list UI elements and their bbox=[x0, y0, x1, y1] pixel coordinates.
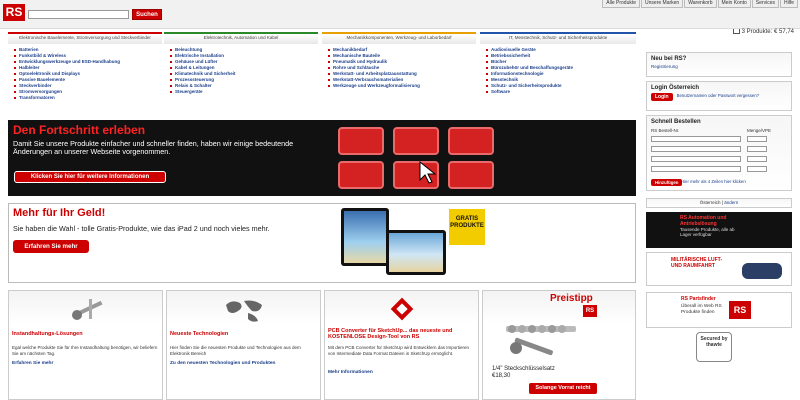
cart-text: 3 Produkte: € 57,74 bbox=[741, 29, 794, 36]
layout-illustration bbox=[338, 125, 503, 193]
qty-field[interactable] bbox=[747, 156, 767, 162]
quick-order-panel: Schnell Bestellen RS Bestell-Nr. Menge/V… bbox=[646, 115, 792, 191]
category-title[interactable]: Mechanikkomponenten, Werkzeug- und Labor… bbox=[322, 32, 476, 44]
cart-icon bbox=[732, 29, 740, 34]
article-field[interactable] bbox=[651, 146, 741, 152]
search-input[interactable] bbox=[28, 10, 129, 19]
maintenance-box: Instandhaltungs-Lösungen Egal welche Pro… bbox=[8, 290, 163, 400]
globe-map-icon bbox=[226, 300, 262, 322]
register-link[interactable]: Registrierung bbox=[647, 63, 791, 70]
pcb-converter-box: PCB Converter für SketchUp... das neuest… bbox=[324, 290, 479, 400]
qty-col-label: Menge/VPE bbox=[747, 128, 772, 133]
panel-title: Neu bei RS? bbox=[651, 56, 687, 62]
top-link-services[interactable]: Services bbox=[751, 0, 779, 8]
top-links: Alle Produkte Unsere Marken Warenkorb Me… bbox=[601, 0, 798, 8]
value-banner[interactable]: Mehr für Ihr Geld! Sie haben die Wahl - … bbox=[8, 203, 636, 283]
socket-set-image bbox=[506, 325, 576, 356]
top-link-help[interactable]: Hilfe bbox=[779, 0, 798, 8]
technology-box: Neueste Technologien Hier finden Sie die… bbox=[166, 290, 321, 400]
top-link-cart[interactable]: Warenkorb bbox=[684, 0, 717, 8]
new-at-rs-panel: Neu bei RS? Registrierung bbox=[646, 52, 792, 77]
country-panel: Österreich | ändern bbox=[646, 198, 792, 208]
qty-field[interactable] bbox=[747, 136, 767, 142]
gratis-badge: GRATIS PRODUKTE bbox=[449, 209, 485, 245]
product-price: 1/4" Steckschlüsselsatz €18,30 bbox=[492, 366, 555, 380]
thawte-seal[interactable]: Secured by thawte bbox=[696, 332, 732, 362]
box-title[interactable]: Neueste Technologien bbox=[170, 331, 228, 337]
category-mechanical: Mechanikkomponenten, Werkzeug- und Labor… bbox=[322, 32, 476, 118]
login-button[interactable]: Login bbox=[651, 93, 673, 101]
search-button[interactable]: Suchen bbox=[132, 9, 162, 20]
connector-image bbox=[742, 263, 782, 279]
pcb-icon bbox=[390, 297, 414, 321]
box-link[interactable]: Zu den neuesten Technologien und Produkt… bbox=[170, 361, 275, 366]
cursor-icon bbox=[419, 161, 437, 184]
tools-icon bbox=[72, 299, 103, 320]
change-country-link[interactable]: ändern bbox=[724, 200, 738, 205]
box-link[interactable]: Erfahren Sie mehr bbox=[12, 361, 53, 366]
top-bar: RS Suchen Alle Produkte Unsere Marken Wa… bbox=[0, 0, 800, 29]
category-link[interactable]: Steuergeräte bbox=[170, 89, 318, 95]
category-link[interactable]: Transformatoren bbox=[14, 95, 162, 101]
banner-text: Sie haben die Wahl - tolle Gratis-Produk… bbox=[13, 224, 270, 233]
promo-title: RS Partsfinder bbox=[681, 296, 716, 302]
more-info-button[interactable]: Klicken Sie hier für weitere Information… bbox=[14, 171, 166, 183]
category-title[interactable]: Elektronische Bauelemente, Stromversorgu… bbox=[8, 32, 162, 44]
promo-text: Tausende Produkte, alle ab Lager verfügb… bbox=[680, 227, 735, 237]
box-link[interactable]: Mehr Informationen bbox=[328, 370, 373, 375]
banner-title: Den Fortschritt erleben bbox=[13, 123, 146, 137]
add-button[interactable]: Hinzufügen bbox=[651, 179, 683, 186]
article-field[interactable] bbox=[651, 136, 741, 142]
category-title[interactable]: Elektrotechnik, Automation und Kabel bbox=[164, 32, 318, 44]
article-field[interactable] bbox=[651, 166, 741, 172]
top-link-account[interactable]: Mein Konto bbox=[717, 0, 751, 8]
rs-badge-icon: RS bbox=[583, 305, 597, 317]
box-text: Egal welche Produkte Sie für Ihre Instan… bbox=[12, 345, 158, 356]
category-link[interactable]: Software bbox=[486, 89, 636, 95]
category-electrical: Elektrotechnik, Automation und Kabel Bel… bbox=[164, 32, 318, 118]
product-price-value: €18,30 bbox=[492, 373, 511, 379]
ipad-image bbox=[341, 208, 389, 266]
category-it: IT, Messtechnik, Schutz- und Sicherheits… bbox=[480, 32, 636, 118]
seal-text: Secured by thawte bbox=[700, 336, 728, 348]
box-title[interactable]: PCB Converter für SketchUp... das neuest… bbox=[328, 328, 476, 340]
panel-title: Schnell Bestellen bbox=[651, 119, 701, 125]
aerospace-promo[interactable]: MILITÄRISCHE LUFT- UND RAUMFAHRT bbox=[646, 252, 792, 286]
box-text: Hier finden Sie die neuesten Produkte un… bbox=[170, 345, 301, 356]
login-panel: Login Österreich Login Benutzernamen ode… bbox=[646, 81, 792, 111]
forgot-credentials-link[interactable]: Benutzernamen oder Passwort vergessen? bbox=[677, 93, 767, 98]
article-col-label: RS Bestell-Nr. bbox=[651, 128, 680, 133]
category-link[interactable]: Werkzeuge und Werkzeugformalisierung bbox=[328, 83, 476, 89]
cart-summary[interactable]: 3 Produkte: € 57,74 bbox=[732, 29, 794, 36]
product-name[interactable]: 1/4" Steckschlüsselsatz bbox=[492, 366, 555, 373]
category-electronics: Elektronische Bauelemente, Stromversorgu… bbox=[8, 32, 162, 118]
learn-more-button[interactable]: Erfahren Sie mehr bbox=[13, 240, 89, 253]
article-field[interactable] bbox=[651, 156, 741, 162]
rs-logo-badge: RS bbox=[729, 301, 751, 319]
automation-promo[interactable]: RS Automation und Antriebslösung Tausend… bbox=[646, 212, 792, 248]
qty-field[interactable] bbox=[747, 146, 767, 152]
box-text: Mit dem PCB Converter für SketchUp wird … bbox=[328, 345, 470, 356]
promo-title: RS Automation und Antriebslösung bbox=[680, 215, 727, 227]
rs-logo[interactable]: RS bbox=[3, 4, 25, 21]
promo-text: Überall im Web RS Produkte finden bbox=[681, 304, 722, 315]
tablet-image bbox=[386, 230, 446, 275]
country-label: Österreich bbox=[699, 200, 721, 205]
more-rows-link[interactable]: Hier mehr als 4 Zeilen hier klicken bbox=[681, 179, 746, 184]
top-link-brands[interactable]: Unsere Marken bbox=[641, 0, 684, 8]
panel-title: Login Österreich bbox=[651, 85, 700, 91]
price-tip-title: Preistipp bbox=[550, 293, 593, 304]
top-link-all-products[interactable]: Alle Produkte bbox=[602, 0, 641, 8]
box-title[interactable]: Instandhaltungs-Lösungen bbox=[12, 331, 83, 337]
qty-field[interactable] bbox=[747, 166, 767, 172]
category-title[interactable]: IT, Messtechnik, Schutz- und Sicherheits… bbox=[480, 32, 636, 44]
banner-text: Damit Sie unsere Produkte einfacher und … bbox=[13, 139, 294, 156]
partsfinder-promo[interactable]: RS Partsfinder Überall im Web RS Produkt… bbox=[646, 292, 792, 328]
progress-banner[interactable]: Den Fortschritt erleben Damit Sie unsere… bbox=[8, 120, 636, 196]
promo-title: MILITÄRISCHE LUFT- UND RAUMFAHRT bbox=[671, 257, 723, 269]
banner-title: Mehr für Ihr Geld! bbox=[13, 207, 106, 219]
buy-button[interactable]: Solange Vorrat reicht bbox=[529, 383, 597, 394]
